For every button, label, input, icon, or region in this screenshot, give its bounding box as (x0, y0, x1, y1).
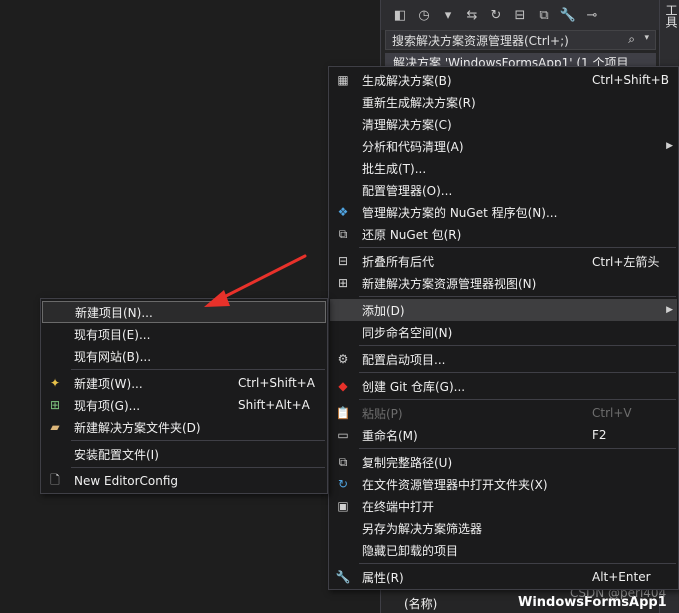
new-view-icon: ⊞ (337, 276, 349, 290)
wrench-icon: 🔧 (335, 570, 351, 584)
copy-icon: ⧉ (338, 454, 348, 469)
chevron-down-icon[interactable]: ▾ (439, 6, 457, 24)
new-item-icon: ✦ (49, 376, 61, 390)
toolbox-tab[interactable]: 工具 (660, 0, 679, 32)
menu-item-startup-projects[interactable]: ⚙ 配置启动项目... (330, 348, 677, 370)
chevron-down-icon[interactable]: ▾ (644, 33, 649, 43)
menu-item-rename[interactable]: ▭ 重命名(M) F2 (330, 424, 677, 446)
menu-item-analyze[interactable]: 分析和代码清理(A) ▶ (330, 135, 677, 157)
rename-icon: ▭ (337, 428, 349, 442)
menu-item-copy-path[interactable]: ⧉ 复制完整路径(U) (330, 451, 677, 473)
terminal-icon: ▣ (337, 499, 349, 513)
solution-context-menu: ▦ 生成解决方案(B) Ctrl+Shift+B 重新生成解决方案(R) 清理解… (328, 66, 679, 590)
gear-icon: ⚙ (337, 352, 349, 366)
nuget-icon: ❖ (337, 205, 349, 219)
git-icon: ◆ (338, 379, 348, 393)
menu-item-restore-nuget[interactable]: ⧉ 还原 NuGet 包(R) (330, 223, 677, 245)
solution-explorer-search[interactable]: 搜索解决方案资源管理器(Ctrl+;) ⌕ ▾ (385, 30, 656, 50)
file-icon: 🗋 (50, 472, 60, 487)
menu-item-create-git[interactable]: ◆ 创建 Git 仓库(G)... (330, 375, 677, 397)
search-input[interactable]: 搜索解决方案资源管理器(Ctrl+;) (392, 32, 569, 49)
submenu-item-existing-item[interactable]: ⊞ 现有项(G)... Shift+Alt+A (42, 394, 326, 416)
refresh-icon[interactable]: ↻ (487, 6, 505, 24)
menu-separator (359, 563, 676, 564)
submenu-arrow-icon: ▶ (666, 305, 673, 315)
property-name-label: (名称) (404, 597, 438, 611)
history-icon[interactable]: ◷ (415, 6, 433, 24)
menu-item-open-terminal[interactable]: ▣ 在终端中打开 (330, 495, 677, 517)
menu-item-open-folder[interactable]: ↻ 在文件资源管理器中打开文件夹(X) (330, 473, 677, 495)
menu-separator (359, 448, 676, 449)
menu-separator (359, 247, 676, 248)
add-submenu: 新建项目(N)... 现有项目(E)... 现有网站(B)... ✦ 新建项(W… (40, 298, 328, 494)
submenu-item-existing-website[interactable]: 现有网站(B)... (42, 345, 326, 367)
menu-item-collapse-all[interactable]: ⊟ 折叠所有后代 Ctrl+左箭头 (330, 250, 677, 272)
menu-separator (359, 345, 676, 346)
menu-item-build[interactable]: ▦ 生成解决方案(B) Ctrl+Shift+B (330, 69, 677, 91)
menu-item-batch-build[interactable]: 批生成(T)... (330, 157, 677, 179)
submenu-item-new-project[interactable]: 新建项目(N)... (42, 301, 326, 323)
menu-item-save-filter[interactable]: 另存为解决方案筛选器 (330, 517, 677, 539)
menu-separator (359, 372, 676, 373)
existing-item-icon: ⊞ (49, 398, 61, 412)
sync-icon[interactable]: ⇆ (463, 6, 481, 24)
menu-separator (71, 467, 325, 468)
menu-item-rebuild[interactable]: 重新生成解决方案(R) (330, 91, 677, 113)
paste-icon: 📋 (335, 406, 351, 420)
wrench-icon[interactable]: 🔧 (559, 6, 577, 24)
collapse-all-icon[interactable]: ⊟ (511, 6, 529, 24)
menu-item-hide-unloaded[interactable]: 隐藏已卸载的项目 (330, 539, 677, 561)
copy-icon[interactable]: ⧉ (535, 6, 553, 24)
restore-icon: ⧉ (338, 226, 348, 241)
menu-item-paste[interactable]: 📋 粘贴(P) Ctrl+V (330, 402, 677, 424)
menu-item-config-manager[interactable]: 配置管理器(O)... (330, 179, 677, 201)
pin-icon[interactable]: ⊸ (583, 6, 601, 24)
build-icon: ▦ (337, 73, 349, 87)
menu-separator (71, 369, 325, 370)
submenu-arrow-icon: ▶ (666, 141, 673, 151)
collapse-icon: ⊟ (337, 254, 349, 268)
menu-item-add[interactable]: 添加(D) ▶ (330, 299, 677, 321)
search-icon[interactable]: ⌕ (628, 32, 635, 47)
menu-item-nuget[interactable]: ❖ 管理解决方案的 NuGet 程序包(N)... (330, 201, 677, 223)
submenu-item-editorconfig[interactable]: 🗋 New EditorConfig (42, 470, 326, 492)
menu-item-sync-namespaces[interactable]: 同步命名空间(N) (330, 321, 677, 343)
menu-item-new-view[interactable]: ⊞ 新建解决方案资源管理器视图(N) (330, 272, 677, 294)
menu-separator (359, 296, 676, 297)
vs-icon[interactable]: ◧ (391, 6, 409, 24)
folder-icon: ▰ (50, 420, 60, 434)
menu-item-properties[interactable]: 🔧 属性(R) Alt+Enter (330, 566, 677, 588)
refresh-icon: ↻ (337, 477, 349, 491)
submenu-item-install-config[interactable]: 安装配置文件(I) (42, 443, 326, 465)
menu-item-clean[interactable]: 清理解决方案(C) (330, 113, 677, 135)
menu-separator (71, 440, 325, 441)
submenu-item-new-solution-folder[interactable]: ▰ 新建解决方案文件夹(D) (42, 416, 326, 438)
menu-separator (359, 399, 676, 400)
submenu-item-new-item[interactable]: ✦ 新建项(W)... Ctrl+Shift+A (42, 372, 326, 394)
submenu-item-existing-project[interactable]: 现有项目(E)... (42, 323, 326, 345)
solution-explorer-toolbar: ◧ ◷ ▾ ⇆ ↻ ⊟ ⧉ 🔧 ⊸ (381, 0, 660, 30)
